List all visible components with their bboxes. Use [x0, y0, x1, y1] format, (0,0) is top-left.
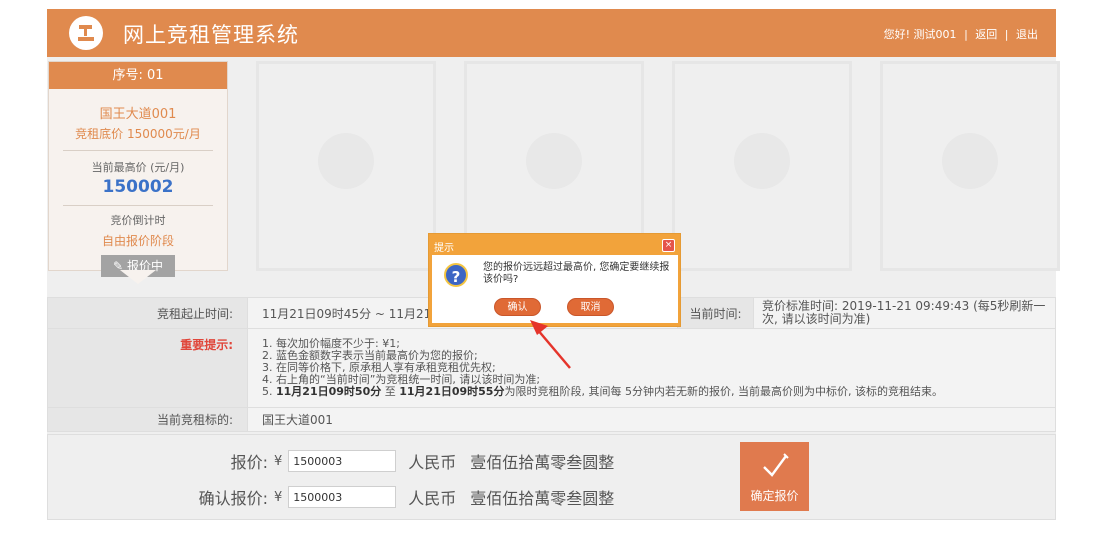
important-label: 重要提示:	[47, 328, 248, 408]
price-input[interactable]	[288, 450, 397, 472]
currency-label: 人民币	[408, 453, 457, 472]
confirm-bid-label: 确定报价	[750, 489, 799, 503]
lot-index: 序号: 01	[49, 62, 227, 89]
highest-price-value: 150002	[102, 177, 174, 197]
countdown-label: 竞价倒计时	[110, 214, 166, 227]
gavel-placeholder-icon	[526, 133, 582, 189]
dialog-message: 您的报价远远超过最高价, 您确定要继续报该价吗?	[483, 262, 670, 285]
yen-symbol: ¥	[274, 453, 283, 469]
confirm-price-row: 确认报价: ¥ 人民币 壹佰伍拾萬零叁圆整	[48, 485, 614, 509]
divider	[63, 150, 213, 151]
divider	[63, 205, 213, 206]
currency-label: 人民币	[408, 489, 457, 508]
price-row: 报价: ¥ 人民币 壹佰伍拾萬零叁圆整	[48, 449, 614, 473]
dialog-cancel-button[interactable]: 取消	[567, 298, 614, 316]
price-label: 报价:	[230, 453, 268, 472]
question-icon: ?	[444, 263, 468, 287]
confirm-bid-button[interactable]: 确定报价	[740, 442, 809, 511]
bid-panel: 报价: ¥ 人民币 壹佰伍拾萬零叁圆整 确认报价: ¥ 人民币 壹佰伍拾萬零叁圆…	[47, 434, 1056, 520]
logout-link[interactable]: 退出	[1016, 28, 1038, 41]
gavel-logo-icon	[69, 16, 103, 50]
confirm-price-label: 确认报价:	[198, 489, 268, 508]
tip-item: 5. 11月21日09时50分 至 11月21日09时55分为限时竞租阶段, 其…	[262, 385, 943, 398]
gavel-placeholder-icon	[318, 133, 374, 189]
bidding-phase: 自由报价阶段	[101, 234, 174, 248]
back-link[interactable]: 返回	[975, 28, 997, 41]
top-header: 网上竞租管理系统 您好! 测试001 | 返回 | 退出	[47, 9, 1056, 57]
lot-card-empty[interactable]	[256, 61, 436, 271]
dialog-body: ? 您的报价远远超过最高价, 您确定要继续报该价吗? 确认 取消	[432, 255, 678, 323]
confirm-dialog: 提示 × ? 您的报价远远超过最高价, 您确定要继续报该价吗? 确认 取消	[428, 233, 681, 327]
amount-in-words: 壹佰伍拾萬零叁圆整	[470, 453, 615, 472]
period-label: 竞租起止时间:	[47, 297, 248, 329]
app-title: 网上竞租管理系统	[123, 23, 299, 47]
card-pointer	[120, 270, 156, 284]
target-value: 国王大道001	[247, 407, 1056, 432]
annotation-arrow-icon	[530, 320, 571, 369]
amount-in-words: 壹佰伍拾萬零叁圆整	[470, 489, 615, 508]
current-time-label: 当前时间:	[677, 297, 754, 329]
user-greeting: 您好! 测试001	[883, 28, 957, 41]
lot-card-empty[interactable]	[672, 61, 852, 271]
gavel-placeholder-icon	[734, 133, 790, 189]
close-icon[interactable]: ×	[662, 239, 675, 252]
target-label: 当前竞租标的:	[47, 407, 248, 432]
lot-card-empty[interactable]	[880, 61, 1060, 271]
tips-list: 1. 每次加价幅度不少于: ¥1; 2. 蓝色金额数字表示当前最高价为您的报价;…	[262, 336, 1055, 400]
dialog-title: 提示	[434, 243, 454, 254]
current-time-value: 竞价标准时间: 2019-11-21 09:49:43 (每5秒刷新一次, 请以…	[753, 297, 1056, 329]
confirm-price-input[interactable]	[288, 486, 397, 508]
dialog-ok-button[interactable]: 确认	[494, 298, 541, 316]
yen-symbol: ¥	[274, 489, 283, 505]
gavel-placeholder-icon	[942, 133, 998, 189]
lot-name: 国王大道001	[99, 107, 177, 122]
lot-card-active[interactable]: 序号: 01 国王大道001 竞租底价 150000元/月 当前最高价 (元/月…	[48, 61, 228, 277]
highest-price-label: 当前最高价 (元/月)	[91, 161, 185, 174]
user-bar: 您好! 测试001 | 返回 | 退出	[883, 28, 1038, 41]
lot-base-price: 竞租底价 150000元/月	[75, 127, 201, 141]
target-row: 当前竞租标的: 国王大道001	[47, 407, 1056, 432]
checkmark-icon	[762, 453, 789, 477]
